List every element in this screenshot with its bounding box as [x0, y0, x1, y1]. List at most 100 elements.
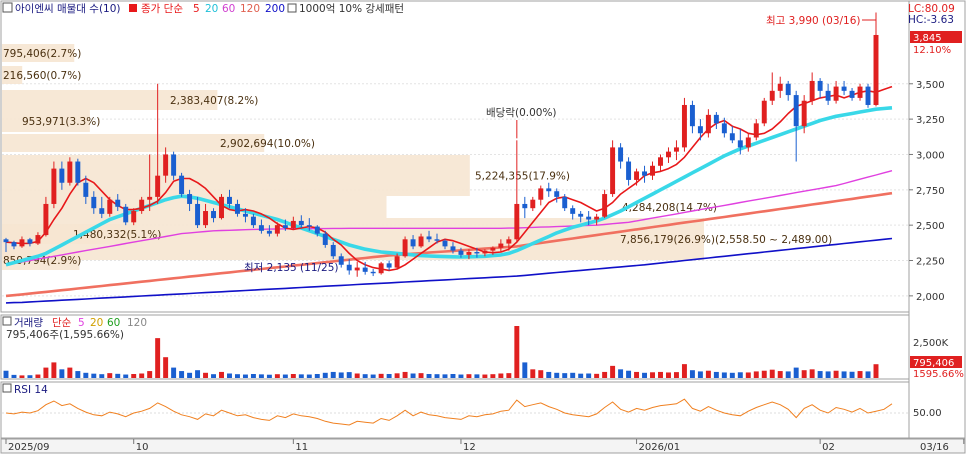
- candle-body: [267, 231, 272, 234]
- volume-profile-label: 7,856,179(26.9%)(2,558.50 ~ 2,489.00): [620, 234, 832, 246]
- price-tick-label: 2,500: [916, 221, 945, 232]
- volume-bar: [379, 374, 384, 378]
- volume-bar: [371, 375, 376, 378]
- volume-bar: [834, 371, 839, 378]
- volume-bar: [243, 375, 248, 378]
- volume-bar: [411, 373, 416, 378]
- volume-bar: [722, 372, 727, 378]
- candle-body: [770, 91, 775, 101]
- volume-bar: [91, 374, 96, 378]
- stock-chart-window: 795,406(2.7%) 216,560(0.7%) 2,383,407(8.2%…: [0, 0, 966, 454]
- candle-body: [323, 234, 328, 245]
- volume-bar: [4, 371, 9, 378]
- volume-bar: [443, 374, 448, 378]
- volume-bar: [602, 372, 607, 378]
- candle-body: [315, 227, 320, 234]
- candle-body: [706, 115, 711, 133]
- volume-profile-label: 953,971(3.3%): [22, 116, 100, 128]
- volume-bar: [586, 373, 591, 378]
- volume-bar: [27, 375, 32, 378]
- candle-body: [778, 84, 783, 91]
- candle-body: [99, 208, 104, 214]
- checkbox-icon[interactable]: [3, 3, 12, 12]
- volume-summary: 795,406주(1,595.66%): [6, 329, 124, 341]
- volume-bar: [331, 372, 336, 378]
- volume-bar: [626, 371, 631, 378]
- candle-body: [411, 239, 416, 246]
- candle-body: [602, 194, 607, 217]
- candle-body: [786, 84, 791, 95]
- volume-bar: [363, 374, 368, 378]
- candle-body: [403, 239, 408, 256]
- current-price: 3,845: [913, 33, 942, 44]
- volume-bar: [259, 374, 264, 378]
- volume-bar: [594, 374, 599, 378]
- candle-body: [195, 204, 200, 225]
- candle-body: [395, 256, 400, 267]
- volume-bar: [267, 375, 272, 378]
- low-annotation: 최저 2,135 (11/25): [244, 262, 339, 274]
- candle-body: [419, 236, 424, 246]
- volume-bar: [83, 373, 88, 378]
- candle-body: [299, 221, 304, 225]
- candle-body: [826, 91, 831, 101]
- dividend-annotation: 배당락(0.00%): [486, 107, 557, 119]
- candle-body: [866, 87, 871, 105]
- candle-body: [482, 251, 487, 254]
- candle-body: [43, 204, 48, 235]
- current-volume-pct: 1595.66%: [913, 369, 964, 380]
- volume-bar: [658, 372, 663, 378]
- volume-bar: [850, 372, 855, 378]
- volume-bar: [738, 372, 743, 378]
- candle-body: [371, 272, 376, 273]
- date-tick-label: 11: [295, 442, 308, 453]
- volume-bar: [570, 373, 575, 378]
- volume-bar: [522, 362, 527, 378]
- candle-body: [307, 225, 312, 226]
- volume-profile-label: 2,383,407(8.2%): [170, 95, 258, 107]
- candle-body: [698, 126, 703, 133]
- volume-bar: [458, 375, 463, 378]
- volume-profile-label: 216,560(0.7%): [3, 70, 81, 82]
- volume-bar: [427, 374, 432, 378]
- candle-body: [227, 197, 232, 204]
- candle-body: [211, 211, 216, 218]
- volume-bar: [650, 372, 655, 378]
- price-tick-label: 2,750: [916, 186, 945, 197]
- date-tick-label: 12: [463, 442, 476, 453]
- volume-profile-label: 795,406(2.7%): [3, 48, 81, 60]
- volume-checkbox-icon[interactable]: [3, 317, 11, 325]
- candle-body: [59, 169, 64, 183]
- candle-body: [546, 188, 551, 191]
- candle-body: [379, 263, 384, 273]
- volume-bar: [155, 338, 160, 378]
- volume-bar: [123, 375, 128, 378]
- candle-body: [610, 147, 615, 194]
- volume-bar: [474, 374, 479, 378]
- candle-body: [874, 35, 879, 105]
- chart-canvas[interactable]: 795,406(2.7%) 216,560(0.7%) 2,383,407(8.2%…: [0, 0, 966, 454]
- volume-bar: [546, 372, 551, 378]
- candle-body: [666, 152, 671, 158]
- candle-body: [83, 183, 88, 197]
- cursor-date: 03/16: [920, 442, 949, 453]
- rsi-checkbox-icon[interactable]: [3, 384, 11, 392]
- candle-body: [51, 169, 56, 204]
- pattern-checkbox-icon[interactable]: [288, 4, 296, 12]
- volume-bar: [730, 373, 735, 378]
- volume-bar: [682, 364, 687, 378]
- candle-body: [490, 248, 495, 251]
- ma-period-20: 20: [205, 3, 218, 15]
- hc-readout: HC:-3.63: [908, 14, 954, 26]
- volume-bar: [179, 371, 184, 378]
- rsi-panel: [1, 382, 909, 438]
- ma-period-60: 60: [222, 3, 235, 15]
- volume-bar: [538, 370, 543, 378]
- candle-body: [642, 171, 647, 175]
- volume-bar: [43, 368, 48, 378]
- volume-bar: [67, 368, 72, 378]
- candle-body: [682, 105, 687, 147]
- candle-body: [355, 268, 360, 271]
- candle-body: [147, 197, 152, 200]
- candle-body: [435, 239, 440, 240]
